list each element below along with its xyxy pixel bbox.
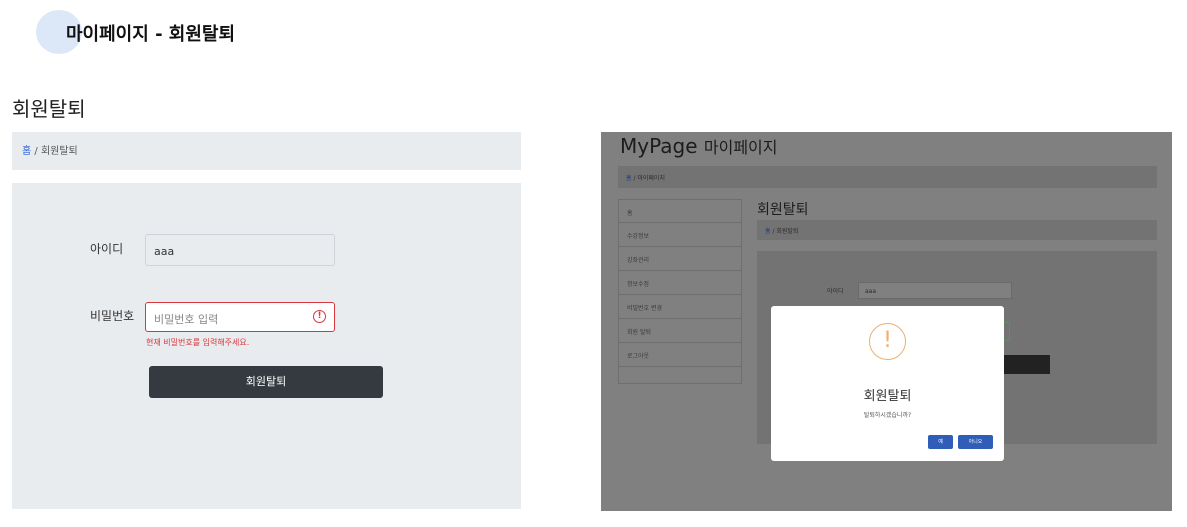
- sidebar-item-enrollment[interactable]: 수강정보: [618, 223, 742, 247]
- mypage-sidebar: 홈 수강정보 강좌관리 정보수정 비밀번호 변경 회원 탈퇴 로그아웃: [618, 199, 742, 384]
- sidebar-item-change-password[interactable]: 비밀번호 변경: [618, 295, 742, 319]
- sidebar-item-course-manage[interactable]: 강좌관리: [618, 247, 742, 271]
- mypage-title: MyPage 마이페이지: [620, 134, 777, 158]
- password-placeholder: 비밀번호 입력: [154, 313, 219, 326]
- mypage-title-sub: 마이페이지: [703, 138, 778, 157]
- section-breadcrumb: 홈 / 회원탈퇴: [757, 220, 1157, 240]
- confirm-no-button[interactable]: 아니오: [958, 435, 993, 449]
- id-label: 아이디: [827, 288, 844, 295]
- confirm-modal: ! 회원탈퇴 탈퇴하시겠습니까? 예 아니오: [771, 306, 1004, 461]
- slide-header: 마이페이지 - 회원탈퇴: [36, 10, 436, 54]
- sidebar-item-withdraw[interactable]: 회원 탈퇴: [618, 319, 742, 343]
- sidebar-item-home[interactable]: 홈: [618, 199, 742, 223]
- slide-title: 마이페이지 - 회원탈퇴: [66, 24, 236, 45]
- modal-message: 탈퇴하시겠습니까?: [863, 412, 912, 419]
- password-error-message: 현재 비밀번호를 입력해주세요.: [146, 338, 250, 347]
- id-field[interactable]: aaa: [858, 282, 1012, 299]
- breadcrumb-separator: /: [31, 146, 41, 157]
- breadcrumb-current: 회원탈퇴: [40, 146, 78, 157]
- breadcrumb-current: 회원탈퇴: [776, 228, 799, 235]
- section-title: 회원탈퇴: [757, 202, 809, 218]
- warning-icon: !: [869, 323, 906, 360]
- breadcrumb: 홈 / 회원탈퇴: [12, 132, 521, 170]
- id-field[interactable]: aaa: [145, 234, 335, 266]
- mypage-breadcrumb: 홈 / 마이페이지: [618, 166, 1157, 188]
- withdraw-submit-button[interactable]: 회원탈퇴: [149, 366, 383, 398]
- sidebar-item-edit-info[interactable]: 정보수정: [618, 271, 742, 295]
- sidebar-item-logout[interactable]: 로그아웃: [618, 343, 742, 367]
- error-icon: !: [313, 310, 326, 323]
- password-label: 비밀번호: [90, 309, 135, 323]
- breadcrumb-current: 마이페이지: [637, 175, 665, 182]
- password-input[interactable]: 비밀번호 입력 !: [145, 302, 335, 332]
- page-title: 회원탈퇴: [12, 97, 86, 121]
- confirm-yes-button[interactable]: 예: [928, 435, 953, 449]
- mypage-screenshot: MyPage 마이페이지 홈 / 마이페이지 홈 수강정보 강좌관리 정보수정 …: [601, 132, 1172, 511]
- modal-title: 회원탈퇴: [863, 389, 912, 404]
- sidebar-filler: [618, 367, 742, 384]
- withdraw-submit-button[interactable]: [997, 355, 1050, 374]
- id-label: 아이디: [90, 242, 124, 256]
- withdraw-form-card: 아이디 aaa 비밀번호 비밀번호 입력 ! 현재 비밀번호를 입력해주세요. …: [12, 183, 521, 509]
- breadcrumb-home-link[interactable]: 홈: [22, 146, 31, 157]
- mypage-title-main: MyPage: [620, 134, 698, 158]
